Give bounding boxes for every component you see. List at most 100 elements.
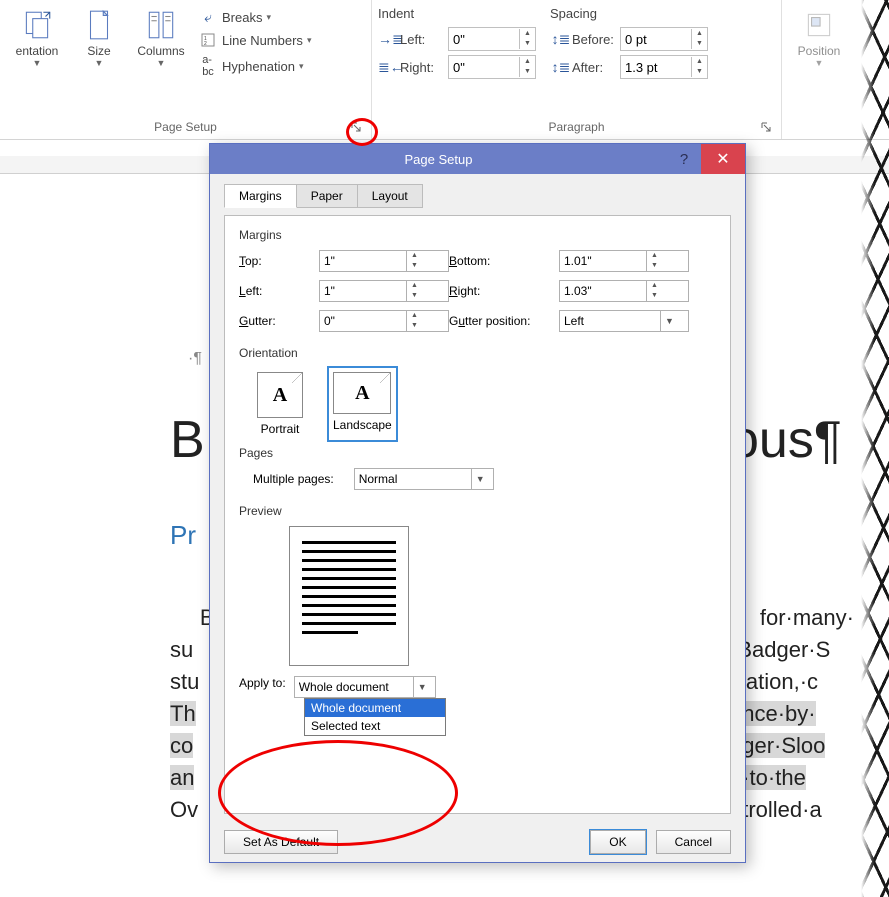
doc-title-left: B (170, 410, 205, 470)
group-paragraph: Indent →≣ Left: ▲▼ ≣← Right: ▲▼ (372, 0, 782, 139)
page-setup-launcher[interactable] (349, 121, 363, 135)
page-setup-dialog: Page Setup ? ✕ Margins Paper Layout Marg… (209, 143, 746, 863)
set-as-default-button[interactable]: Set As Default (224, 830, 338, 854)
spin-up-icon[interactable]: ▲ (691, 29, 707, 39)
spacing-before-spin[interactable]: ▲▼ (620, 27, 708, 51)
spin-down-icon[interactable]: ▼ (691, 67, 707, 77)
ok-button[interactable]: OK (590, 830, 645, 854)
multiple-pages-input[interactable] (355, 472, 471, 486)
top-label: Top: (239, 254, 319, 268)
tab-margins[interactable]: Margins (224, 184, 297, 208)
chevron-down-icon: ▼ (95, 58, 104, 68)
spin-down-icon[interactable]: ▼ (519, 39, 535, 49)
apply-to-combo[interactable]: ▼ (294, 676, 436, 698)
dialog-footer: Set As Default OK Cancel (210, 822, 745, 862)
spin-down-icon[interactable]: ▼ (647, 291, 662, 301)
gutter-spin[interactable]: ▲▼ (319, 310, 449, 332)
position-label: Position (798, 44, 841, 58)
spacing-after-input[interactable] (621, 60, 691, 75)
multiple-pages-combo[interactable]: ▼ (354, 468, 494, 490)
chevron-down-icon: ▾ (266, 12, 271, 23)
spin-up-icon[interactable]: ▲ (407, 281, 422, 291)
orientation-landscape[interactable]: A Landscape (329, 368, 396, 440)
chevron-down-icon[interactable]: ▼ (471, 469, 489, 489)
indent-right-label: Right: (400, 60, 448, 75)
spin-down-icon[interactable]: ▼ (407, 291, 422, 301)
left-input[interactable] (320, 281, 406, 301)
spacing-after-spin[interactable]: ▲▼ (620, 55, 708, 79)
spin-up-icon[interactable]: ▲ (407, 311, 422, 321)
paragraph-launcher[interactable] (759, 121, 773, 135)
indent-right-icon: ≣← (378, 59, 400, 76)
gutter-label: Gutter: (239, 314, 319, 328)
cancel-button[interactable]: Cancel (656, 830, 731, 854)
indent-left-label: Left: (400, 32, 448, 47)
left-spin[interactable]: ▲▼ (319, 280, 449, 302)
top-input[interactable] (320, 251, 406, 271)
apply-option-selected-text[interactable]: Selected text (305, 717, 445, 735)
size-label: Size (87, 44, 110, 58)
spin-up-icon[interactable]: ▲ (407, 251, 422, 261)
chevron-down-icon[interactable]: ▼ (413, 677, 431, 697)
gutter-pos-input[interactable] (560, 314, 660, 328)
svg-text:2: 2 (204, 41, 207, 47)
spin-down-icon[interactable]: ▼ (407, 321, 422, 331)
section-orientation: Orientation (239, 346, 716, 360)
line-numbers-menu[interactable]: 12 Line Numbers ▾ (196, 29, 313, 51)
group-arrange: Position ▼ (782, 0, 862, 139)
size-button[interactable]: Size ▼ (68, 4, 130, 118)
gutter-pos-combo[interactable]: ▼ (559, 310, 689, 332)
doc-body-right: for·many· ·Badger·S ication,·c ence·by· … (730, 570, 854, 858)
spin-up-icon[interactable]: ▲ (691, 57, 707, 67)
pages-row: Multiple pages: ▼ (253, 468, 716, 490)
page-size-icon (82, 8, 116, 42)
spin-down-icon[interactable]: ▼ (519, 67, 535, 77)
right-spin[interactable]: ▲▼ (559, 280, 689, 302)
indent-left-input[interactable] (449, 32, 519, 47)
tabpanel-margins: Margins Top: ▲▼ Bottom: ▲▼ Left: ▲▼ Righ… (224, 215, 731, 814)
bottom-spin[interactable]: ▲▼ (559, 250, 689, 272)
close-button[interactable]: ✕ (701, 144, 745, 174)
indent-left-spin[interactable]: ▲▼ (448, 27, 536, 51)
orientation-row: A Portrait A Landscape (253, 368, 716, 440)
position-button[interactable]: Position ▼ (788, 4, 850, 118)
chevron-down-icon: ▾ (307, 35, 312, 46)
top-spin[interactable]: ▲▼ (319, 250, 449, 272)
spin-down-icon[interactable]: ▼ (691, 39, 707, 49)
bottom-input[interactable] (560, 251, 646, 271)
dialog-titlebar[interactable]: Page Setup ? ✕ (210, 144, 745, 174)
spacing-before-input[interactable] (621, 32, 691, 47)
columns-icon (144, 8, 178, 42)
paragraph-group-label: Paragraph (378, 118, 775, 137)
spin-down-icon[interactable]: ▼ (647, 261, 662, 271)
columns-label: Columns (137, 44, 184, 58)
tab-paper[interactable]: Paper (296, 184, 358, 208)
tab-layout[interactable]: Layout (357, 184, 423, 208)
page-setup-group-label: Page Setup (6, 118, 365, 137)
spin-up-icon[interactable]: ▲ (519, 57, 535, 67)
spin-down-icon[interactable]: ▼ (407, 261, 422, 271)
columns-button[interactable]: Columns ▼ (130, 4, 192, 118)
orientation-button[interactable]: entation ▼ (6, 4, 68, 118)
indent-right-row: ≣← Right: ▲▼ (378, 53, 536, 81)
indent-right-spin[interactable]: ▲▼ (448, 55, 536, 79)
chevron-down-icon[interactable]: ▼ (660, 311, 678, 331)
spin-up-icon[interactable]: ▲ (519, 29, 535, 39)
dialog-body: Margins Paper Layout Margins Top: ▲▼ Bot… (210, 174, 745, 822)
dialog-title: Page Setup (210, 152, 667, 167)
dialog-tabs: Margins Paper Layout (224, 184, 731, 208)
hyphenation-menu[interactable]: a-bc Hyphenation ▾ (196, 51, 313, 81)
apply-to-input[interactable] (295, 680, 413, 694)
right-input[interactable] (560, 281, 646, 301)
indent-right-input[interactable] (449, 60, 519, 75)
gutter-input[interactable] (320, 311, 406, 331)
apply-option-whole-document[interactable]: Whole document (305, 699, 445, 717)
spin-up-icon[interactable]: ▲ (647, 251, 662, 261)
pilcrow-icon: ·¶ (188, 350, 202, 368)
orientation-portrait[interactable]: A Portrait (253, 368, 307, 440)
spacing-before-label: Before: (572, 32, 620, 47)
help-button[interactable]: ? (667, 144, 701, 174)
breaks-menu[interactable]: ⤶ Breaks ▾ (196, 6, 313, 29)
spacing-after-row: ↕≣ After: ▲▼ (550, 53, 708, 81)
spin-up-icon[interactable]: ▲ (647, 281, 662, 291)
